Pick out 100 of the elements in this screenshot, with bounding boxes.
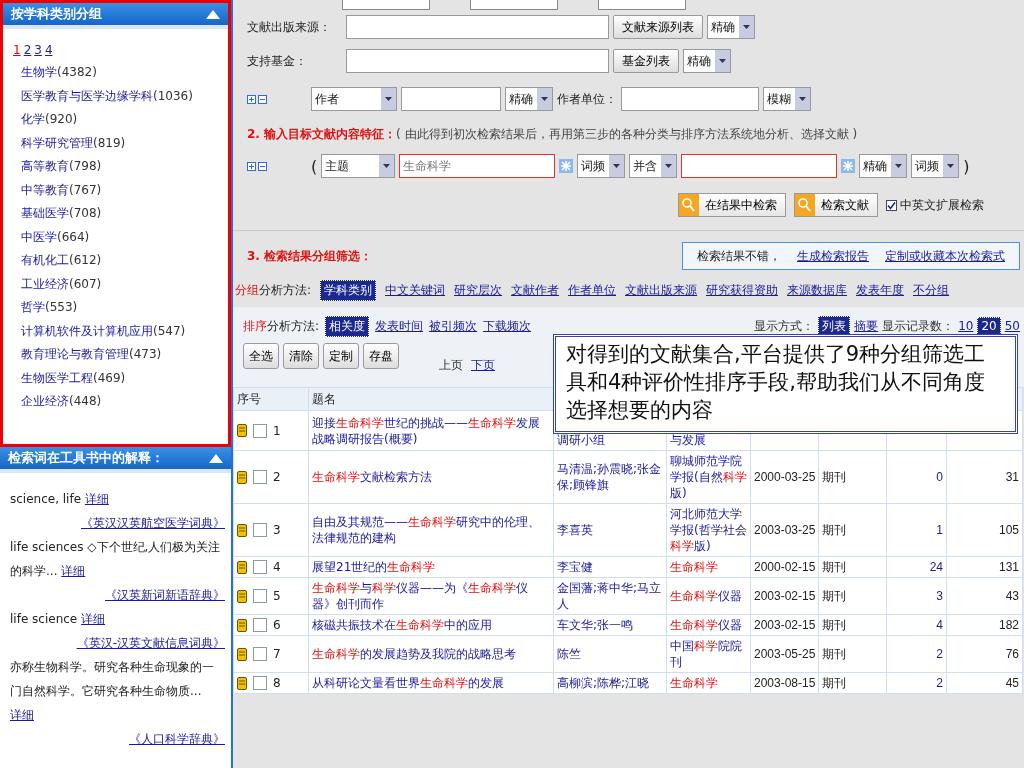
checkbox[interactable] <box>253 470 267 484</box>
definition-text: 亦称生物科学。研究各种生命现象的一门自然科学。它研究各种生命物质... 详细 <box>10 659 215 724</box>
caret-icon <box>379 155 395 177</box>
dropdown[interactable]: 作者 <box>311 87 397 111</box>
input-field[interactable] <box>401 87 501 111</box>
sort-option[interactable]: 被引频次 <box>429 317 478 335</box>
collapse-icon <box>209 453 223 463</box>
author-text: 李宝健 <box>557 559 594 575</box>
dropdown[interactable]: 并含 <box>629 154 678 178</box>
toolbar-button[interactable]: 全选 <box>243 343 279 369</box>
subject-link[interactable]: 中医学(664) <box>21 225 228 249</box>
dropdown[interactable]: 精确 <box>505 87 553 111</box>
dictionary-link[interactable]: 《英汉-汉英文献信息词典》 <box>76 636 225 650</box>
detail-link[interactable]: 详细 <box>84 492 109 506</box>
search-field[interactable]: 生命科学 <box>399 154 556 178</box>
list-button[interactable]: 基金列表 <box>613 49 679 73</box>
group-option[interactable]: 学科类别 <box>320 279 377 301</box>
document-icon <box>237 647 247 661</box>
search-field[interactable] <box>681 154 838 178</box>
sort-option[interactable]: 下载频次 <box>483 317 532 335</box>
toolbar-button[interactable]: 清除 <box>283 343 319 369</box>
page-link[interactable]: 3 <box>34 43 42 57</box>
checkbox[interactable] <box>253 523 267 537</box>
toolbar-button[interactable]: 定制 <box>323 343 359 369</box>
page-link[interactable]: 2 <box>23 43 32 57</box>
group-option[interactable]: 作者单位 <box>568 281 617 299</box>
group-option[interactable]: 研究层次 <box>454 281 503 299</box>
subject-link[interactable]: 基础医学(708) <box>21 202 228 226</box>
citation-count[interactable]: 2 <box>936 676 943 690</box>
subject-link[interactable]: 生物学(4382) <box>21 61 228 85</box>
record-count-option[interactable]: 10 <box>958 319 974 333</box>
list-button[interactable]: 文献来源列表 <box>613 15 703 39</box>
page-link[interactable]: 4 <box>44 43 53 57</box>
checkbox[interactable] <box>253 618 267 632</box>
dropdown[interactable]: 词频 <box>577 154 626 178</box>
subject-link[interactable]: 化学(920) <box>21 108 228 132</box>
pager-link[interactable]: 下页 <box>471 356 495 374</box>
subject-link[interactable]: 高等教育(798) <box>21 155 228 179</box>
group-option[interactable]: 文献作者 <box>511 281 560 299</box>
citation-count[interactable]: 1 <box>936 523 943 537</box>
subject-link[interactable]: 医学教育与医学边缘学科(1036) <box>21 84 228 108</box>
dictionary-link[interactable]: 《汉英新词新语辞典》 <box>105 588 225 602</box>
citation-count[interactable]: 2 <box>936 647 943 661</box>
dropdown[interactable]: 精确 <box>859 154 908 178</box>
checkbox[interactable] <box>253 676 267 690</box>
detail-link[interactable]: 详细 <box>61 564 86 578</box>
dropdown[interactable]: 模糊 <box>763 87 811 111</box>
toolbar-button[interactable]: 存盘 <box>363 343 399 369</box>
download-count: 31 <box>1005 470 1019 484</box>
search-button[interactable]: 在结果中检索 <box>678 193 786 217</box>
group-option[interactable]: 来源数据库 <box>787 281 848 299</box>
group-option[interactable]: 中文关键词 <box>385 281 446 299</box>
subject-link[interactable]: 计算机软件及计算机应用(547) <box>21 319 228 343</box>
search-button[interactable]: 检索文献 <box>794 193 878 217</box>
input-field[interactable] <box>346 15 609 39</box>
report-link[interactable]: 定制或收藏本次检索式 <box>885 247 1005 265</box>
citation-count[interactable]: 3 <box>936 589 943 603</box>
subject-link[interactable]: 工业经济(607) <box>21 272 228 296</box>
detail-link[interactable]: 详细 <box>10 708 34 722</box>
group-option[interactable]: 研究获得资助 <box>706 281 779 299</box>
input-field[interactable] <box>621 87 759 111</box>
method-label: 排序分析方法: <box>243 317 320 335</box>
parenthesis: ( <box>311 156 318 176</box>
check-icon <box>887 200 896 210</box>
citation-count[interactable]: 0 <box>936 470 943 484</box>
subject-link[interactable]: 有机化工(612) <box>21 249 228 273</box>
dropdown[interactable]: 精确 <box>707 15 755 39</box>
display-mode-option[interactable]: 列表 <box>818 315 851 337</box>
dropdown[interactable]: 主题 <box>321 154 396 178</box>
checkbox[interactable] <box>253 560 267 574</box>
plus-icon <box>247 161 256 171</box>
subject-link[interactable]: 企业经济(448) <box>21 390 228 414</box>
checkbox[interactable] <box>253 423 267 438</box>
subject-link[interactable]: 中等教育(767) <box>21 178 228 202</box>
subject-link[interactable]: 教育理论与教育管理(473) <box>21 343 228 367</box>
group-option[interactable]: 文献出版来源 <box>625 281 698 299</box>
dropdown[interactable]: 词频 <box>911 154 960 178</box>
group-option[interactable]: 发表年度 <box>856 281 905 299</box>
dropdown[interactable]: 精确 <box>683 49 731 73</box>
checkbox[interactable] <box>253 589 267 603</box>
dictionary-link[interactable]: 《英汉汉英航空医学词典》 <box>81 516 225 530</box>
sort-option[interactable]: 发表时间 <box>375 317 424 335</box>
record-count-option[interactable]: 50 <box>1004 319 1020 333</box>
sort-option[interactable]: 相关度 <box>325 315 370 337</box>
display-mode-option[interactable]: 摘要 <box>854 317 879 335</box>
citation-count[interactable]: 24 <box>929 560 943 574</box>
checkbox[interactable] <box>253 647 267 661</box>
record-count-option[interactable]: 20 <box>977 317 1001 335</box>
detail-link[interactable]: 详细 <box>81 612 106 626</box>
input-field[interactable] <box>346 49 609 73</box>
citation-count[interactable]: 4 <box>936 618 943 632</box>
dictionary-link[interactable]: 《人口科学辞典》 <box>129 732 225 746</box>
checkbox[interactable] <box>886 199 897 211</box>
page-link[interactable]: 1 <box>13 43 21 57</box>
group-option[interactable]: 不分组 <box>913 281 950 299</box>
subject-link[interactable]: 生物医学工程(469) <box>21 366 228 390</box>
report-link[interactable]: 生成检索报告 <box>797 247 869 265</box>
expand-icon <box>841 159 856 173</box>
subject-link[interactable]: 科学研究管理(819) <box>21 131 228 155</box>
subject-link[interactable]: 哲学(553) <box>21 296 228 320</box>
